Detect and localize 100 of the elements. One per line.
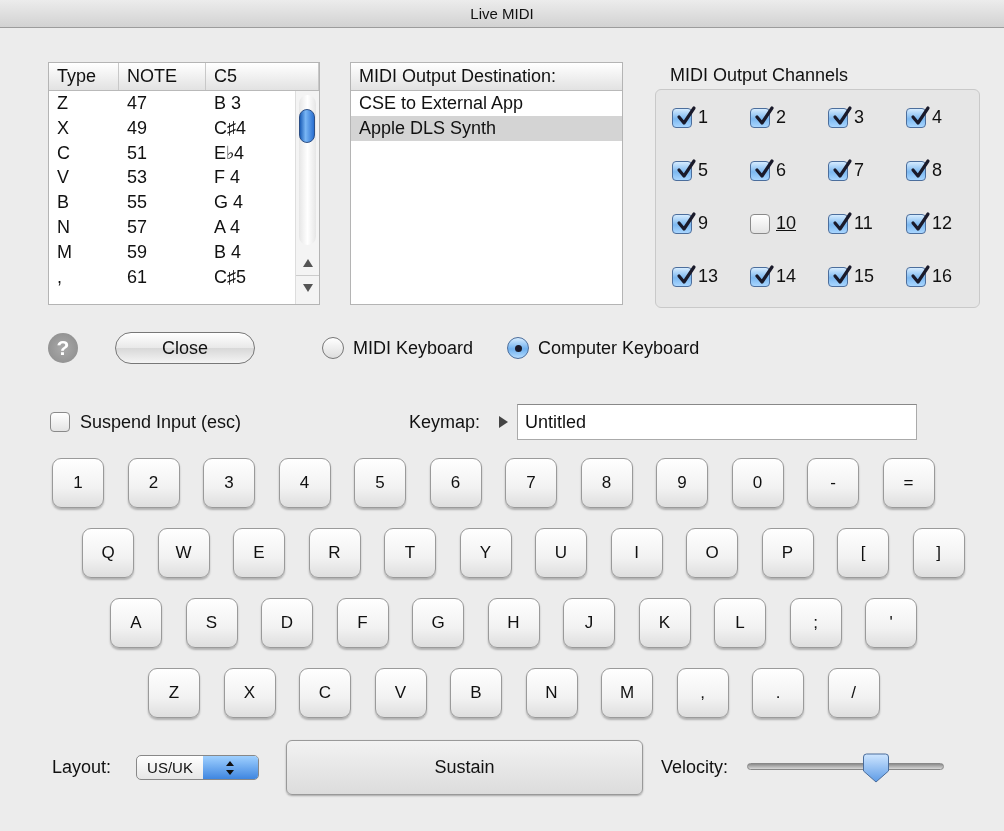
keyboard-key[interactable]: O [686,528,738,578]
channel-label: 9 [698,213,708,234]
disclosure-triangle-icon[interactable] [499,416,509,428]
column-header[interactable]: C5 [206,63,319,90]
sustain-button[interactable]: Sustain [286,740,644,795]
keyboard-key[interactable]: 7 [505,458,557,508]
radio-label: Computer Keyboard [538,337,700,359]
list-header: MIDI Output Destination: [351,63,622,91]
keyboard-key[interactable]: W [157,528,210,578]
keyboard-key[interactable]: / [827,668,880,718]
table-cell-text: V [56,166,70,190]
channel-label: 4 [932,107,942,128]
keyboard-key[interactable]: 2 [127,458,180,508]
column-header[interactable]: NOTE [119,63,206,90]
scroll-down-arrow-icon[interactable] [302,284,313,292]
keyboard-key[interactable]: F [336,598,389,648]
keyboard-key[interactable]: 8 [580,458,633,508]
table-cell-text: 51 [126,141,149,165]
table-cell-text: A 4 [213,216,242,239]
table-cell-text: 55 [126,191,149,215]
keyboard-key[interactable]: T [384,528,436,578]
keyboard-key[interactable]: 6 [429,458,482,508]
keyboard-key[interactable]: Z [148,668,200,718]
keyboard-key[interactable]: G [412,598,464,648]
checkbox[interactable] [750,213,770,234]
field-label: Keymap: [409,411,481,433]
keyboard-key[interactable]: 4 [278,458,331,508]
keyboard-key[interactable]: J [563,598,615,648]
keyboard-key[interactable]: N [525,668,578,718]
channel-label: 10 [776,213,797,234]
keyboard-key[interactable]: A [110,598,162,648]
channel-label: 16 [932,266,953,287]
keyboard-key[interactable]: . [752,668,804,718]
scroll-up-arrow-icon[interactable] [302,259,313,267]
table-cell-text: 61 [126,265,149,289]
velocity-slider[interactable] [747,752,945,783]
checkbox[interactable] [50,412,70,432]
column-header[interactable]: Type [49,63,119,90]
channel-label: 3 [854,107,864,128]
scroll-thumb[interactable] [299,109,315,143]
channel-label: 15 [854,266,875,287]
layout-select[interactable]: US/UK [136,755,260,780]
keyboard-key[interactable]: = [882,458,935,508]
channel-label: 7 [854,160,864,181]
keyboard-key[interactable]: - [807,458,859,508]
keymap-field[interactable]: Untitled [517,404,918,440]
channel-label: 6 [776,160,786,181]
radio-label: MIDI Keyboard [353,337,474,359]
table-cell-text: G 4 [213,191,244,215]
keyboard-key[interactable]: H [487,598,540,648]
keyboard-key[interactable]: M [601,668,653,718]
keyboard-key[interactable]: S [185,598,238,648]
table-cell-text: 57 [126,216,149,239]
channel-label: 8 [932,160,942,181]
keyboard-key[interactable]: V [374,668,427,718]
keyboard-key[interactable]: 0 [731,458,784,508]
keyboard-key[interactable]: 5 [354,458,406,508]
keyboard-key[interactable]: 1 [52,458,104,508]
channel-label: 5 [698,160,708,181]
keyboard-key[interactable]: ' [865,598,917,648]
close-button[interactable]: Close [115,332,255,364]
keyboard-key[interactable]: 3 [203,458,255,508]
keyboard-key[interactable]: B [450,668,502,718]
table-cell-text: X [56,116,70,140]
table-cell-text: Z [56,92,69,115]
keyboard-key[interactable]: D [261,598,313,648]
keyboard-key[interactable]: L [714,598,766,648]
table-cell-text: N [56,216,71,239]
table-cell-text: B 4 [213,240,243,264]
keyboard-key[interactable]: , [676,668,729,718]
keyboard-key[interactable]: R [308,528,361,578]
slider-label: Velocity: [661,757,729,778]
channel-label: 13 [698,266,719,287]
keyboard-key[interactable]: C [299,668,351,718]
keyboard-key[interactable]: E [233,528,285,578]
radio-button[interactable] [322,337,344,359]
list-item[interactable]: CSE to External App [351,91,622,116]
keyboard-key[interactable]: ; [789,598,842,648]
keyboard-key[interactable]: 9 [656,458,708,508]
table-cell-text: F 4 [213,166,241,190]
keyboard-key[interactable]: X [223,668,276,718]
keyboard-key[interactable]: P [761,528,814,578]
keyboard-key[interactable]: Q [82,528,134,578]
slider-thumb[interactable] [862,752,890,783]
keyboard-key[interactable]: [ [837,528,889,578]
keyboard-key[interactable]: U [535,528,587,578]
channel-label: 12 [932,213,953,234]
keyboard-key[interactable]: ] [912,528,965,578]
table-cell-text: B 3 [213,92,243,115]
keyboard-key[interactable]: Y [459,528,512,578]
table-cell-text: C♯4 [213,116,247,140]
table-cell-text: C♯5 [213,265,247,289]
window-title: Live MIDI [470,5,534,22]
field-label: Layout: [52,757,112,778]
section-title: MIDI Output Channels [669,64,850,87]
radio-button[interactable] [507,337,530,359]
scrollbar[interactable] [295,91,319,304]
keyboard-key[interactable]: I [610,528,663,578]
keyboard-key[interactable]: K [638,598,691,648]
list-item[interactable]: Apple DLS Synth [351,116,622,141]
